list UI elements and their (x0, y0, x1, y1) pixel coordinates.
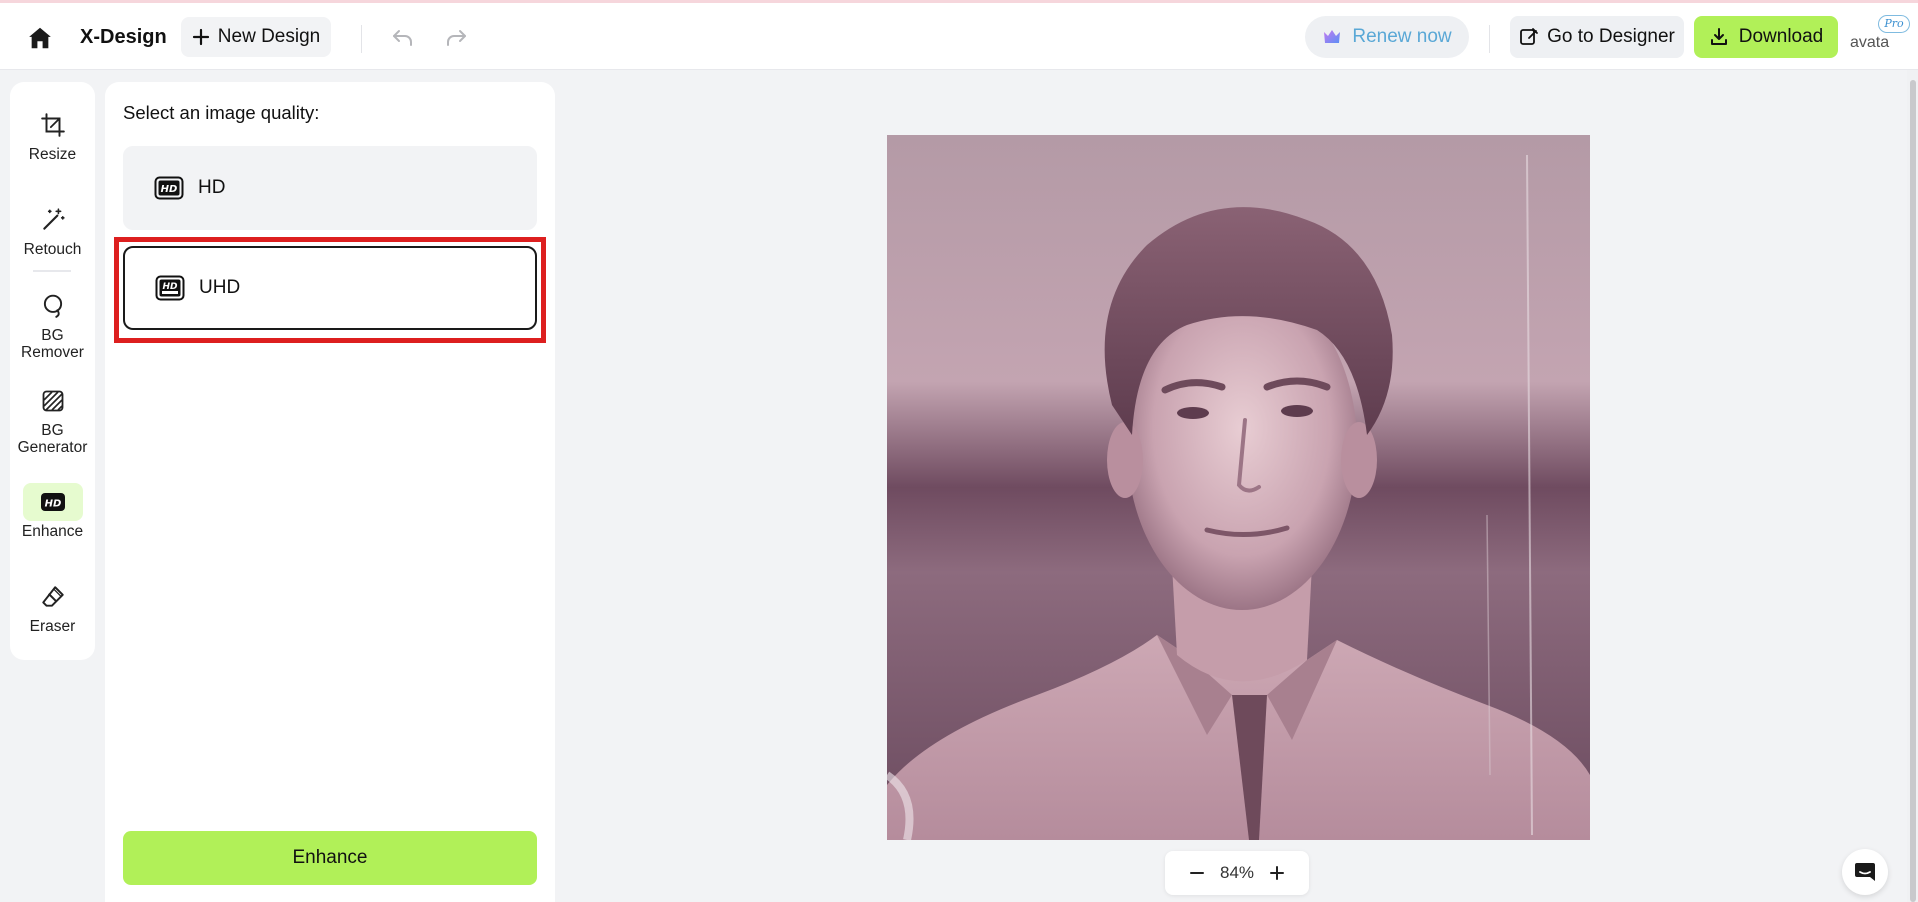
redo-icon (447, 30, 466, 46)
plus-icon (192, 28, 209, 46)
header-divider (1489, 25, 1490, 53)
renew-now-label: Renew now (1352, 26, 1452, 47)
zoom-level: 84% (1219, 863, 1255, 882)
chat-icon (1855, 863, 1875, 881)
app-title: X-Design (80, 26, 167, 48)
go-to-designer-label: Go to Designer (1547, 26, 1675, 47)
pro-badge: Pro (1878, 15, 1910, 33)
svg-text:HD: HD (162, 282, 178, 292)
portrait-photo (887, 135, 1590, 840)
hatched-square-icon (42, 390, 63, 412)
tool-label: Retouch (23, 241, 82, 258)
crop-icon (40, 113, 65, 137)
lasso-icon (43, 294, 62, 318)
edit-image-icon (1520, 28, 1538, 45)
quality-option-hd[interactable]: HD HD (123, 146, 537, 230)
tool-divider (33, 270, 71, 272)
tool-retouch[interactable]: Retouch (10, 201, 95, 258)
undo-icon (393, 30, 412, 46)
download-icon (1710, 28, 1727, 45)
quality-panel: Select an image quality: HD HD HD UHD En… (105, 82, 555, 902)
tool-enhance[interactable]: HD Enhance (10, 483, 95, 540)
tool-sidebar: Resize Retouch BG Remover BG Generator H… (10, 82, 95, 660)
tool-label: Eraser (29, 618, 76, 635)
top-bar: X-Design New Design Renew now Go to Desi… (0, 3, 1918, 70)
quality-label: UHD (199, 277, 241, 298)
tool-label: Enhance (21, 523, 84, 540)
quality-option-uhd[interactable]: HD UHD (123, 246, 537, 330)
minus-icon (1190, 872, 1204, 874)
undo-button[interactable] (387, 23, 419, 53)
panel-title: Select an image quality: (123, 102, 320, 123)
svg-text:HD: HD (161, 184, 178, 195)
tool-bg-remover[interactable]: BG Remover (10, 287, 95, 361)
tool-label: BG Generator (17, 422, 88, 456)
chat-support-button[interactable] (1842, 849, 1888, 895)
go-to-designer-button[interactable]: Go to Designer (1510, 16, 1684, 58)
home-button[interactable] (24, 23, 56, 53)
plus-icon (1270, 866, 1284, 880)
tool-resize[interactable]: Resize (10, 106, 95, 163)
download-label: Download (1738, 26, 1824, 47)
zoom-controls: 84% (1165, 851, 1309, 895)
renew-now-button[interactable]: Renew now (1305, 16, 1469, 58)
magic-wand-icon (42, 208, 65, 230)
svg-text:HD: HD (44, 499, 61, 510)
hd-ultra-icon: HD (155, 275, 185, 301)
new-design-button[interactable]: New Design (181, 17, 331, 57)
zoom-in-button[interactable] (1265, 861, 1289, 885)
tool-label: BG Remover (21, 327, 84, 361)
crown-icon (1324, 30, 1341, 43)
hd-icon: HD (40, 493, 65, 511)
redo-button[interactable] (440, 23, 472, 53)
eraser-icon (41, 586, 64, 607)
header-divider (361, 25, 362, 53)
zoom-out-button[interactable] (1185, 861, 1209, 885)
home-icon (29, 27, 51, 49)
quality-label: HD (198, 177, 226, 198)
tool-label: Resize (28, 146, 77, 163)
hd-icon: HD (154, 176, 184, 200)
scrollbar-thumb[interactable] (1910, 80, 1916, 902)
tool-bg-generator[interactable]: BG Generator (10, 382, 95, 456)
enhance-button[interactable]: Enhance (123, 831, 537, 885)
canvas-photo[interactable] (887, 135, 1590, 840)
new-design-label: New Design (217, 26, 321, 47)
download-button[interactable]: Download (1694, 16, 1838, 58)
tool-eraser[interactable]: Eraser (10, 578, 95, 635)
